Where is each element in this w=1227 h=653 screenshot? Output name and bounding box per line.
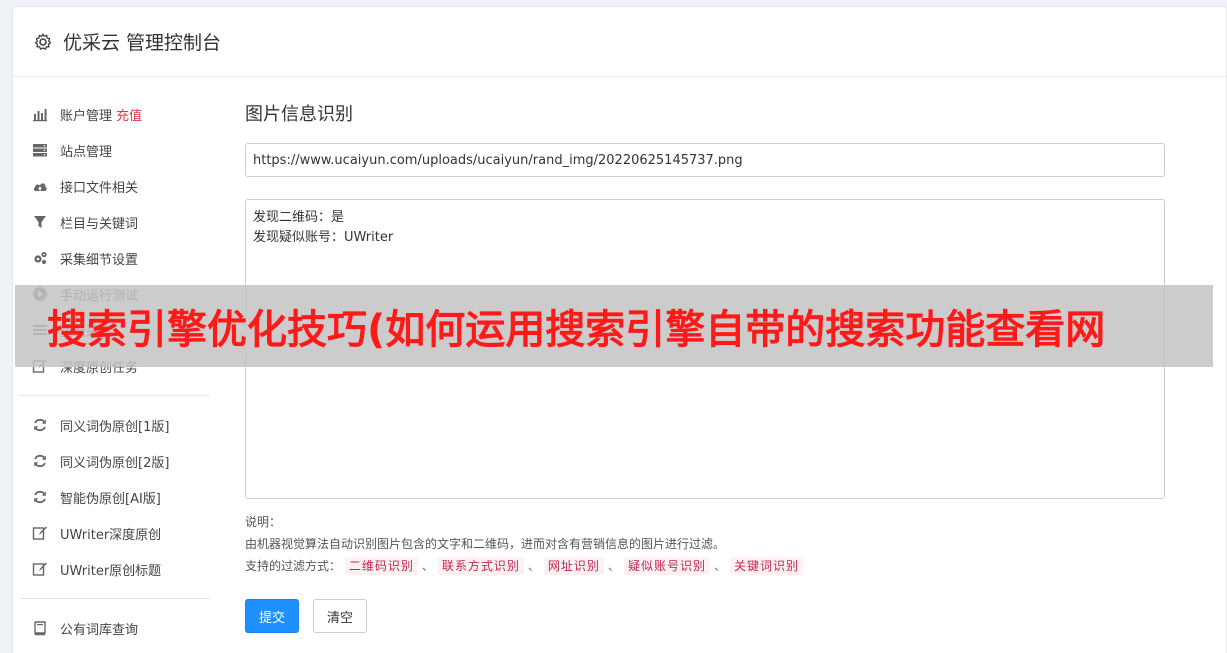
bar-chart-icon xyxy=(31,105,49,123)
recharge-link[interactable]: 充值 xyxy=(116,105,142,124)
sidebar-divider xyxy=(20,395,210,396)
notes-description: 由机器视觉算法自动识别图片包含的文字和二维码，进而对含有营销信息的图片进行过滤。 xyxy=(245,537,726,551)
sidebar-item-label: 采集细节设置 xyxy=(60,252,139,268)
sidebar-item[interactable]: 采集细节设置 xyxy=(20,240,210,276)
sidebar-divider xyxy=(20,598,210,599)
section-title: 图片信息识别 xyxy=(245,104,353,125)
sidebar-item[interactable]: 栏目与关键词 xyxy=(20,204,210,240)
sidebar-item-label: 同义词伪原创[2版] xyxy=(60,455,170,471)
book-icon xyxy=(31,619,49,637)
filter-method-tag: 关键词识别 xyxy=(729,557,803,575)
sidebar-item-label: 账户管理 xyxy=(60,108,113,124)
edit-icon xyxy=(31,524,49,542)
action-buttons: 提交 清空 xyxy=(245,599,1165,633)
notes: 说明： 由机器视觉算法自动识别图片包含的文字和二维码，进而对含有营销信息的图片进… xyxy=(245,511,1165,577)
cogs-icon xyxy=(31,249,49,267)
sidebar-item[interactable]: 公有词库查询 xyxy=(20,610,210,646)
tag-separator: 、 xyxy=(421,559,434,573)
refresh-icon xyxy=(31,452,49,470)
sidebar: 账户管理充值站点管理接口文件相关栏目与关键词采集细节设置手动运行测试查看采集深度… xyxy=(20,96,210,646)
filter-method-tag: 二维码识别 xyxy=(344,557,418,575)
tag-separator: 、 xyxy=(527,559,540,573)
result-line: 发现疑似账号：UWriter xyxy=(253,230,394,245)
submit-button[interactable]: 提交 xyxy=(245,599,299,633)
sidebar-item[interactable]: 智能伪原创[AI版] xyxy=(20,479,210,515)
sidebar-item[interactable]: 接口文件相关 xyxy=(20,168,210,204)
filter-method-tag: 疑似账号识别 xyxy=(623,557,710,575)
sidebar-item[interactable]: 站点管理 xyxy=(20,132,210,168)
sidebar-item-label: 智能伪原创[AI版] xyxy=(60,491,161,507)
sidebar-item-label: 站点管理 xyxy=(60,144,113,160)
tag-separator: 、 xyxy=(607,559,620,573)
sidebar-item[interactable]: 同义词伪原创[1版] xyxy=(20,407,210,443)
cloud-upload-icon xyxy=(31,177,49,195)
sidebar-item-label: 公有词库查询 xyxy=(60,622,139,638)
filter-method-tag: 联系方式识别 xyxy=(437,557,524,575)
title-banner-overlay: 搜索引擎优化技巧(如何运用搜索引擎自带的搜索功能查看网 xyxy=(15,285,1213,367)
filter-icon xyxy=(31,213,49,231)
sidebar-item-label: 栏目与关键词 xyxy=(60,216,139,232)
result-line: 发现二维码：是 xyxy=(253,210,345,225)
filter-methods-label: 支持的过滤方式： xyxy=(245,559,342,573)
banner-text: 搜索引擎优化技巧(如何运用搜索引擎自带的搜索功能查看网 xyxy=(47,307,1106,353)
sidebar-item-label: 接口文件相关 xyxy=(60,180,139,196)
refresh-icon xyxy=(31,416,49,434)
clear-button[interactable]: 清空 xyxy=(313,599,367,633)
tag-separator: 、 xyxy=(713,559,726,573)
page-title: 优采云 管理控制台 xyxy=(63,32,222,54)
server-icon xyxy=(31,141,49,159)
image-url-input[interactable]: https://www.ucaiyun.com/uploads/ucaiyun/… xyxy=(245,143,1165,177)
filter-method-tag: 网址识别 xyxy=(543,557,604,575)
sidebar-item[interactable]: 账户管理 充值 xyxy=(20,96,210,132)
sidebar-item[interactable]: 同义词伪原创[2版] xyxy=(20,443,210,479)
sidebar-item-label: UWriter深度原创 xyxy=(60,527,162,543)
notes-label: 说明： xyxy=(245,515,282,529)
refresh-icon xyxy=(31,488,49,506)
image-url-value: https://www.ucaiyun.com/uploads/ucaiyun/… xyxy=(253,152,743,168)
sidebar-item-label: UWriter原创标题 xyxy=(60,563,162,579)
edit-icon xyxy=(31,560,49,578)
gear-icon xyxy=(33,32,53,52)
sidebar-item[interactable]: UWriter原创标题 xyxy=(20,551,210,587)
filter-methods: 支持的过滤方式： 二维码识别、联系方式识别、网址识别、疑似账号识别、关键词识别 xyxy=(245,555,1165,577)
sidebar-item[interactable]: UWriter深度原创 xyxy=(20,515,210,551)
page-header: 优采云 管理控制台 xyxy=(13,7,1226,77)
sidebar-item-label: 同义词伪原创[1版] xyxy=(60,419,170,435)
